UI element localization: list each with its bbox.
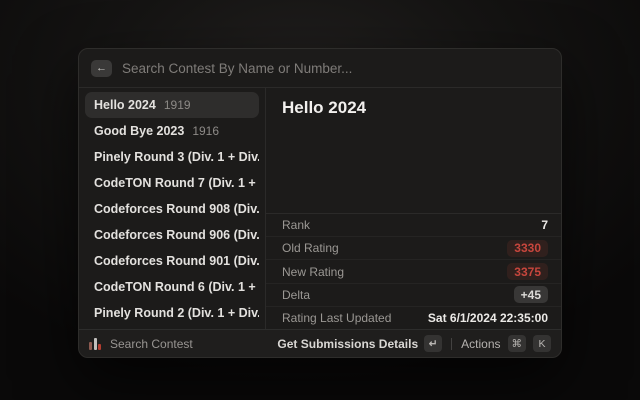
metadata-value: 7	[541, 218, 548, 232]
list-item[interactable]: Codeforces Round 901 (Div. 1) 1874	[85, 248, 259, 274]
enter-key-icon: ↵	[424, 335, 442, 352]
metadata-row: Rank 7	[266, 214, 561, 236]
metadata-row: Delta +45	[266, 283, 561, 306]
metadata-value: Sat 6/1/2024 22:35:00	[428, 311, 548, 325]
contest-name: Pinely Round 3 (Div. 1 + Div. 2)	[94, 150, 259, 164]
cmd-key-icon: ⌘	[508, 335, 527, 352]
list-item[interactable]: CodeTON Round 6 (Div. 1 + Di... 1870	[85, 274, 259, 300]
list-item[interactable]: Hello 2024 1919	[85, 92, 259, 118]
contest-list: Hello 2024 1919 Good Bye 2023 1916 Pinel…	[79, 88, 265, 329]
main-area: Hello 2024 1919 Good Bye 2023 1916 Pinel…	[79, 88, 561, 329]
metadata-section: Rank 7 Old Rating 3330 New Rating 3375 D…	[266, 214, 561, 329]
contest-name: Pinely Round 2 (Div. 1 + Div. 2)	[94, 306, 259, 320]
contest-name: CodeTON Round 7 (Div. 1 + Di...	[94, 176, 259, 190]
search-input[interactable]	[122, 61, 549, 76]
metadata-label: Rank	[282, 218, 310, 232]
metadata-row: Rating Last Updated Sat 6/1/2024 22:35:0…	[266, 306, 561, 329]
detail-body	[266, 126, 561, 213]
list-item[interactable]: CodeTON Round 7 (Div. 1 + Di... 1896	[85, 170, 259, 196]
search-bar: ←	[79, 49, 561, 87]
contest-name: Codeforces Round 901 (Div. 1)	[94, 254, 259, 268]
list-item[interactable]: Pinely Round 3 (Div. 1 + Div. 2) 1909	[85, 144, 259, 170]
metadata-label: Old Rating	[282, 241, 339, 255]
contest-name: Codeforces Round 908 (Div. 1)	[94, 202, 259, 216]
contest-name: Codeforces Round 906 (Div. 1)	[94, 228, 259, 242]
metadata-value: 3375	[507, 263, 548, 280]
contest-name: CodeTON Round 6 (Div. 1 + Di...	[94, 280, 259, 294]
footer-actions: Get Submissions Details ↵ Actions ⌘ K	[277, 335, 551, 352]
contest-rating: 1916	[192, 124, 219, 138]
bar-chart-icon	[89, 337, 101, 350]
contest-name: Good Bye 2023	[94, 124, 184, 138]
extension-name: Search Contest	[110, 337, 193, 351]
contest-rating: 1919	[164, 98, 191, 112]
metadata-label: Rating Last Updated	[282, 311, 391, 325]
metadata-row: Old Rating 3330	[266, 236, 561, 259]
detail-title: Hello 2024	[266, 88, 561, 126]
metadata-value: 3330	[507, 240, 548, 257]
metadata-label: Delta	[282, 288, 310, 302]
list-item[interactable]: Pinely Round 2 (Div. 1 + Div. 2) 1863	[85, 300, 259, 326]
metadata-row: New Rating 3375	[266, 259, 561, 282]
footer-separator	[451, 338, 452, 350]
list-item[interactable]: Codeforces Round 906 (Div. 1) 1889	[85, 222, 259, 248]
list-item[interactable]: Good Bye 2023 1916	[85, 118, 259, 144]
list-item[interactable]: Codeforces Round 908 (Div. 1) 1893	[85, 196, 259, 222]
metadata-label: New Rating	[282, 265, 344, 279]
action-bar: Search Contest Get Submissions Details ↵…	[79, 329, 561, 357]
primary-action-label: Get Submissions Details	[277, 337, 418, 351]
actions-menu-button[interactable]: Actions	[461, 337, 500, 351]
k-key-icon: K	[533, 335, 551, 352]
back-button[interactable]: ←	[91, 60, 112, 77]
metadata-value: +45	[514, 286, 548, 303]
command-palette-window: ← Hello 2024 1919 Good Bye 2023 1916 Pin…	[78, 48, 562, 358]
primary-action-button[interactable]: Get Submissions Details ↵	[277, 335, 442, 352]
contest-name: Hello 2024	[94, 98, 156, 112]
detail-panel: Hello 2024 Rank 7 Old Rating 3330 New Ra…	[266, 88, 561, 329]
